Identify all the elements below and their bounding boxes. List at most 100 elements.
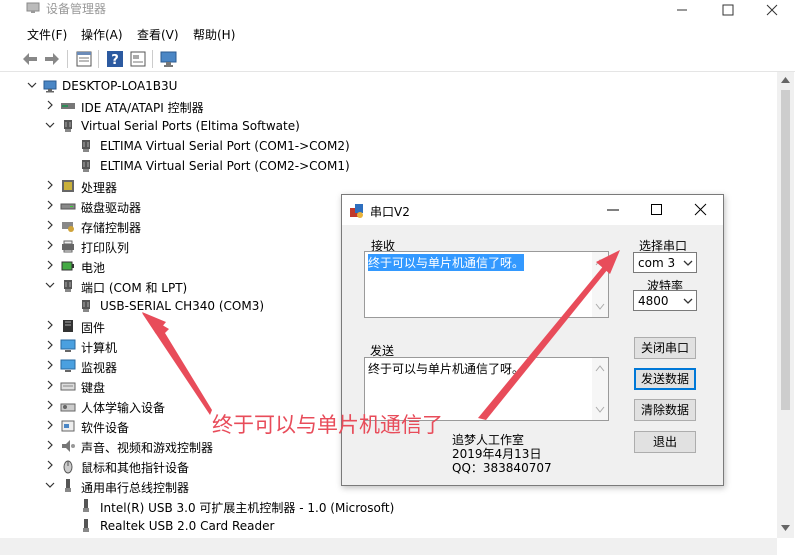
dialog-minimize-button[interactable] xyxy=(591,195,635,225)
chevron-down-icon xyxy=(683,260,693,266)
usb-icon xyxy=(83,499,89,512)
clear-data-button[interactable]: 清除数据 xyxy=(634,399,696,421)
annotation-text: 终于可以与单片机通信了 xyxy=(212,413,443,437)
tree-item-label: 固件 xyxy=(81,321,106,335)
chevron-right-icon[interactable] xyxy=(45,100,55,110)
chevron-right-icon[interactable] xyxy=(45,400,55,410)
baud-value: 4800 xyxy=(638,294,669,308)
printer-icon xyxy=(62,240,74,253)
scroll-up-icon[interactable] xyxy=(781,76,790,84)
tree-item-label: IDE ATA/ATAPI 控制器 xyxy=(81,101,204,115)
chevron-right-icon[interactable] xyxy=(45,240,55,250)
send-text: 终于可以与单片机通信了呀。 xyxy=(368,362,525,376)
close-button[interactable] xyxy=(752,0,792,22)
chevron-right-icon[interactable] xyxy=(45,460,55,470)
scroll-down-icon[interactable] xyxy=(595,406,605,414)
dialog-title: 串口V2 xyxy=(370,205,410,219)
chevron-down-icon[interactable] xyxy=(45,280,55,290)
tree-item[interactable]: Intel(R) USB 3.0 可扩展主机控制器 - 1.0 (Microso… xyxy=(20,496,760,516)
scroll-thumb[interactable] xyxy=(781,90,790,410)
send-scrollbar[interactable] xyxy=(592,358,608,420)
dialog-close-button[interactable] xyxy=(679,195,723,225)
chevron-right-icon[interactable] xyxy=(45,260,55,270)
svg-text:?: ? xyxy=(111,53,119,68)
forward-arrow-icon[interactable] xyxy=(42,49,62,69)
tree-item[interactable]: ELTIMA Virtual Serial Port (COM1->COM2) xyxy=(20,136,760,156)
tree-item-label: 键盘 xyxy=(81,381,106,395)
tree-item-label: 人体学输入设备 xyxy=(81,401,166,415)
chevron-right-icon[interactable] xyxy=(45,320,55,330)
tree-item[interactable]: 处理器 xyxy=(20,176,760,196)
vertical-scrollbar[interactable] xyxy=(777,72,794,538)
port-icon xyxy=(64,120,72,132)
horizontal-scrollbar[interactable] xyxy=(0,538,777,555)
tree-item-label: 电池 xyxy=(81,261,106,275)
minimize-icon xyxy=(677,9,687,11)
close-port-button[interactable]: 关闭串口 xyxy=(634,337,696,359)
chevron-right-icon[interactable] xyxy=(45,380,55,390)
scan-hardware-icon[interactable] xyxy=(159,49,179,69)
tree-item-label: ELTIMA Virtual Serial Port (COM1->COM2) xyxy=(100,139,350,153)
chevron-down-icon[interactable] xyxy=(27,80,37,90)
hid-icon xyxy=(60,403,76,412)
chevron-right-icon[interactable] xyxy=(45,180,55,190)
chevron-right-icon[interactable] xyxy=(45,340,55,350)
firmware-icon xyxy=(63,320,73,332)
menu-action[interactable]: 操作(A) xyxy=(81,26,123,43)
tree-item-label: USB-SERIAL CH340 (COM3) xyxy=(100,299,265,313)
menu-file[interactable]: 文件(F) xyxy=(27,26,67,43)
back-arrow-icon[interactable] xyxy=(20,49,40,69)
tree-item[interactable]: IDE ATA/ATAPI 控制器 xyxy=(20,96,760,116)
tree-item-label: 计算机 xyxy=(81,341,118,355)
dialog-maximize-button[interactable] xyxy=(635,195,679,225)
device-manager-icon xyxy=(26,2,40,13)
receive-textbox[interactable]: 终于可以与单片机通信了呀。 xyxy=(364,251,609,318)
chevron-right-icon[interactable] xyxy=(45,440,55,450)
scroll-down-icon[interactable] xyxy=(781,524,790,532)
chevron-right-icon[interactable] xyxy=(45,360,55,370)
scroll-down-icon[interactable] xyxy=(595,303,605,311)
cpu-icon xyxy=(62,180,74,192)
tree-item-label: 鼠标和其他指针设备 xyxy=(81,461,190,475)
port-icon xyxy=(82,160,90,172)
tree-item-label: 处理器 xyxy=(81,181,118,195)
qq-text: QQ：383840707 xyxy=(452,461,552,475)
minimize-icon xyxy=(607,209,619,211)
tree-item[interactable]: DESKTOP-LOA1B3U xyxy=(20,76,760,96)
chevron-right-icon[interactable] xyxy=(45,220,55,230)
minimize-button[interactable] xyxy=(662,0,702,22)
help-icon[interactable]: ? xyxy=(105,49,125,69)
properties-icon[interactable] xyxy=(74,49,94,69)
menu-bar: 文件(F) 操作(A) 查看(V) 帮助(H) xyxy=(0,22,795,44)
close-icon xyxy=(694,203,707,216)
tree-item[interactable]: Virtual Serial Ports (Eltima Softwate) xyxy=(20,116,760,136)
send-data-button[interactable]: 发送数据 xyxy=(634,368,696,390)
scroll-up-icon[interactable] xyxy=(595,258,605,266)
chevron-down-icon[interactable] xyxy=(45,480,55,490)
usb-icon xyxy=(65,479,71,492)
exit-button[interactable]: 退出 xyxy=(634,431,696,453)
port-icon xyxy=(64,280,72,292)
toolbar: ? xyxy=(0,46,795,72)
app-icon xyxy=(350,204,363,218)
receive-scrollbar[interactable] xyxy=(592,252,608,317)
tree-item[interactable]: Realtek USB 2.0 Card Reader xyxy=(20,516,760,536)
baud-select[interactable]: 4800 xyxy=(633,290,697,311)
chevron-down-icon[interactable] xyxy=(45,120,55,130)
tree-item-label: Intel(R) USB 3.0 可扩展主机控制器 - 1.0 (Microso… xyxy=(100,501,395,515)
port-select[interactable]: com 3 xyxy=(633,252,697,273)
maximize-button[interactable] xyxy=(708,0,748,22)
chevron-right-icon[interactable] xyxy=(45,420,55,430)
scroll-up-icon[interactable] xyxy=(595,364,605,372)
tree-item-label: 声音、视频和游戏控制器 xyxy=(81,441,214,455)
title-bar: 设备管理器 xyxy=(0,0,795,22)
port-icon xyxy=(82,140,90,152)
menu-help[interactable]: 帮助(H) xyxy=(193,26,235,43)
keyboard-icon xyxy=(60,382,76,391)
menu-view[interactable]: 查看(V) xyxy=(137,26,179,43)
software-icon xyxy=(61,420,75,432)
view-icon[interactable] xyxy=(128,49,148,69)
tree-item[interactable]: ELTIMA Virtual Serial Port (COM2->COM1) xyxy=(20,156,760,176)
chevron-right-icon[interactable] xyxy=(45,200,55,210)
tree-item-label: ELTIMA Virtual Serial Port (COM2->COM1) xyxy=(100,159,350,173)
